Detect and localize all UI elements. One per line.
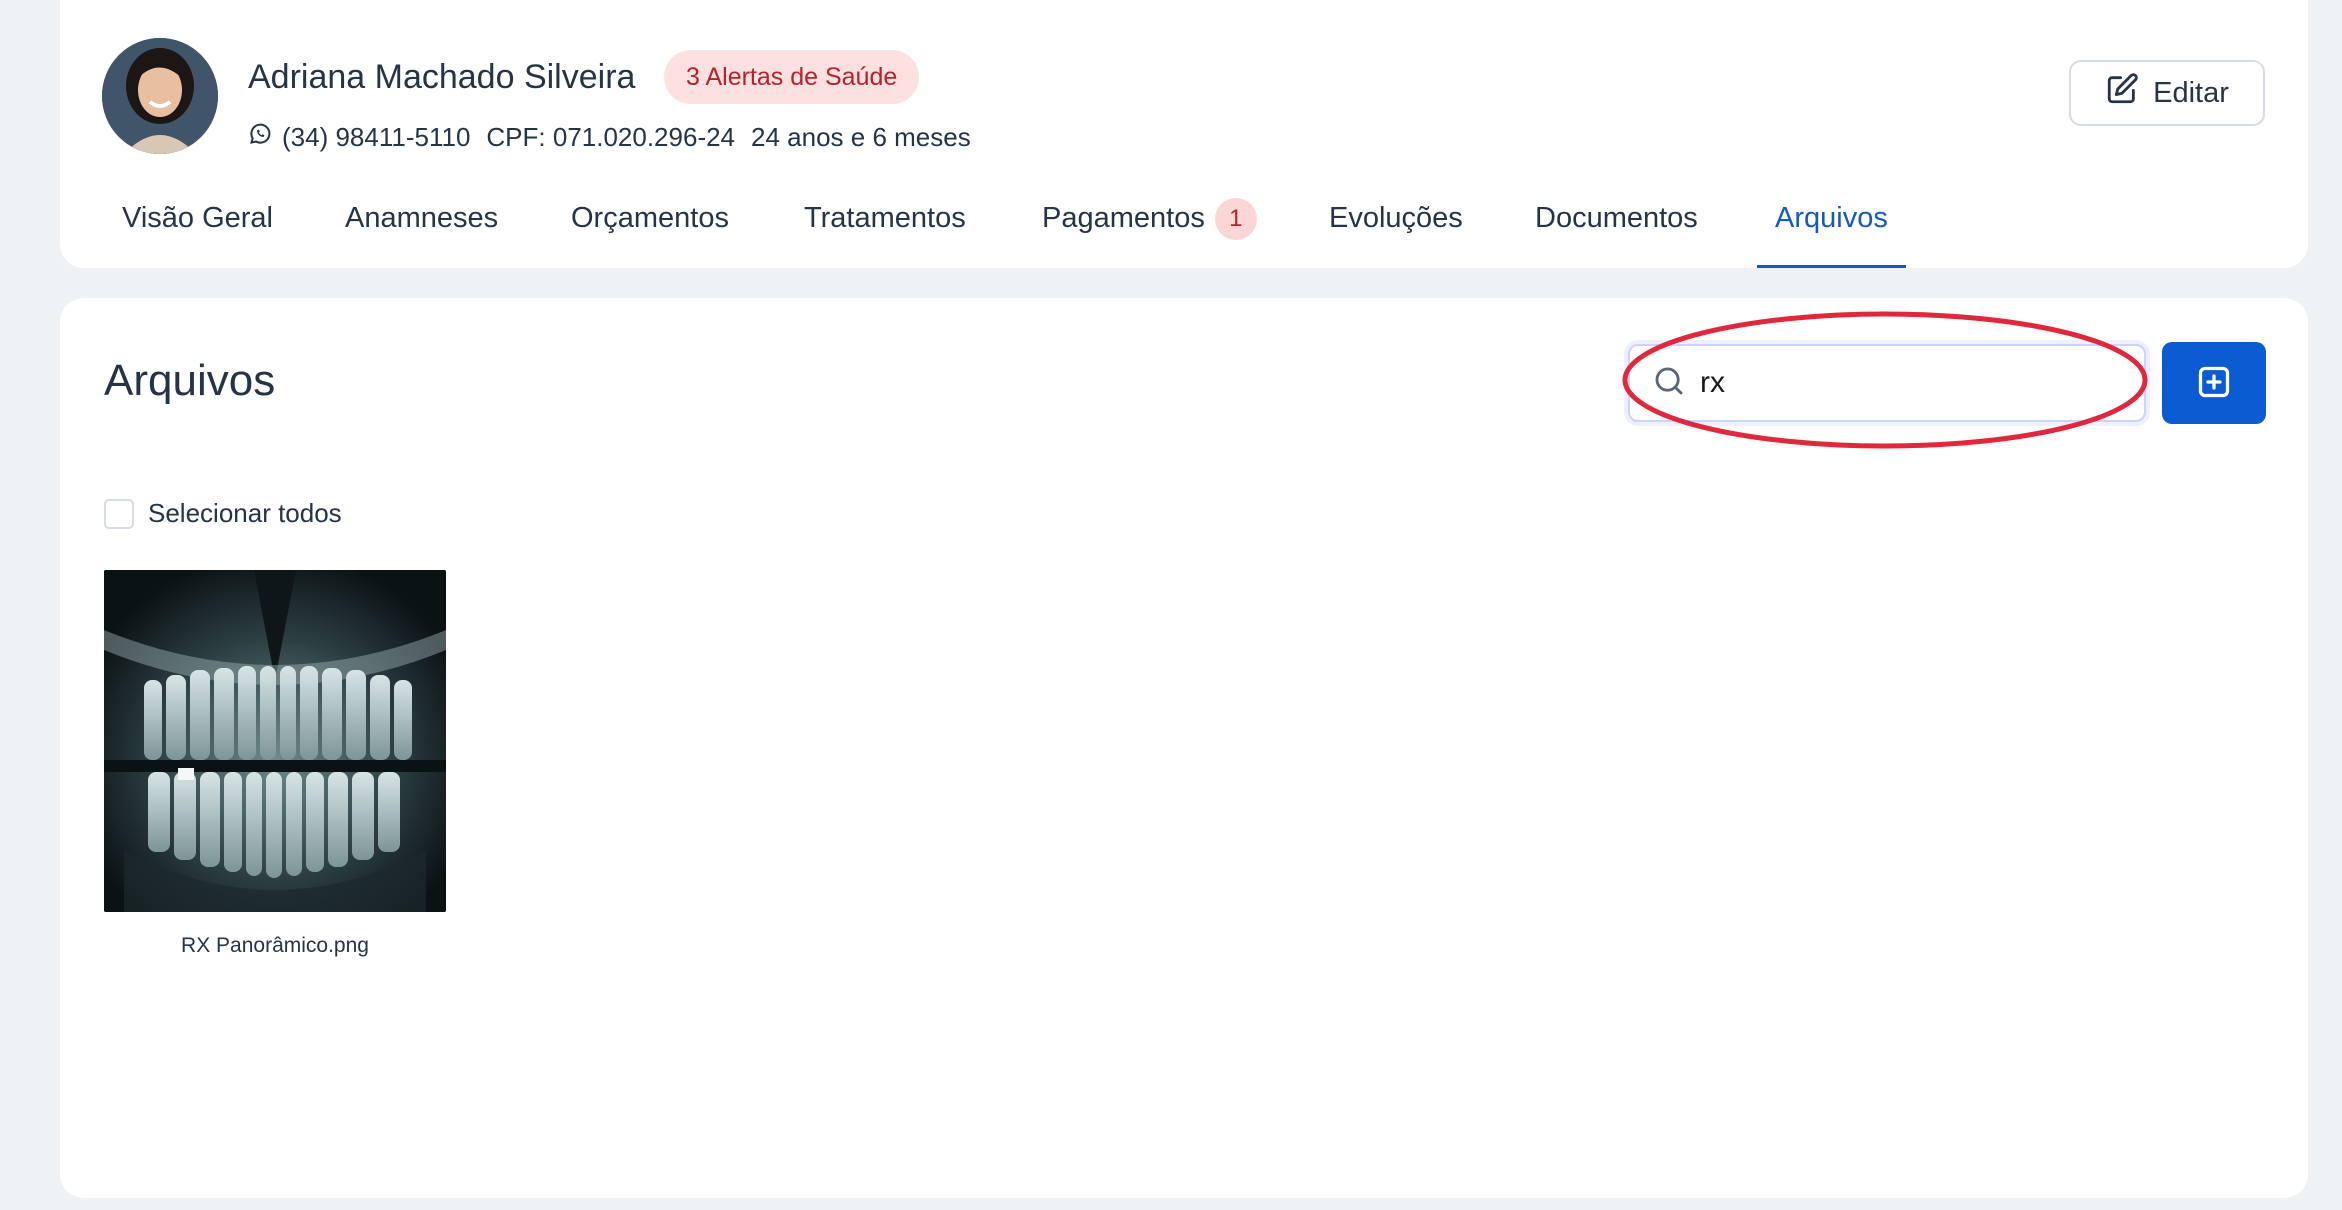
tab-visao-geral[interactable]: Visão Geral — [122, 188, 273, 268]
page-title: Arquivos — [104, 356, 276, 405]
edit-button-label: Editar — [2153, 76, 2229, 109]
tab-label: Orçamentos — [571, 202, 729, 234]
patient-age: 24 anos e 6 meses — [751, 121, 971, 152]
patient-info-row: (34) 98411-5110 CPF: 071.020.296-24 24 a… — [248, 120, 971, 154]
phone-number: (34) 98411-5110 — [282, 121, 471, 152]
tab-arquivos[interactable]: Arquivos — [1757, 188, 1906, 268]
files-card: Arquivos Selecionar todos — [60, 298, 2308, 1198]
xray-image[interactable] — [104, 570, 446, 912]
search-input[interactable] — [1700, 366, 2100, 400]
tab-evolucoes[interactable]: Evoluções — [1329, 188, 1463, 268]
patient-cpf: CPF: 071.020.296-24 — [486, 121, 736, 152]
patient-avatar — [102, 38, 218, 154]
tab-label: Visão Geral — [122, 202, 273, 234]
tab-label: Pagamentos — [1042, 202, 1205, 234]
health-alerts-badge[interactable]: 3 Alertas de Saúde — [664, 50, 920, 104]
file-item[interactable]: RX Panorâmico.png — [104, 570, 446, 958]
plus-square-icon — [2196, 364, 2232, 403]
edit-icon — [2105, 72, 2139, 114]
patient-tabs: Visão Geral Anamneses Orçamentos Tratame… — [60, 188, 2308, 268]
edit-button[interactable]: Editar — [2069, 60, 2265, 126]
search-field[interactable] — [1628, 344, 2146, 422]
tab-label: Documentos — [1535, 202, 1698, 234]
whatsapp-icon — [248, 122, 272, 153]
patient-name: Adriana Machado Silveira — [248, 58, 636, 96]
tab-label: Tratamentos — [804, 202, 966, 234]
tab-pagamentos[interactable]: Pagamentos 1 — [1042, 188, 1257, 268]
tab-orcamentos[interactable]: Orçamentos — [571, 188, 729, 268]
select-all[interactable]: Selecionar todos — [104, 498, 342, 529]
payments-count-badge: 1 — [1214, 198, 1257, 240]
select-all-checkbox[interactable] — [104, 498, 134, 529]
tab-documentos[interactable]: Documentos — [1535, 188, 1698, 268]
file-name: RX Panorâmico.png — [181, 934, 369, 957]
tab-label: Evoluções — [1329, 202, 1463, 234]
patient-header-card: Adriana Machado Silveira 3 Alertas de Sa… — [60, 0, 2308, 268]
tab-label: Arquivos — [1775, 202, 1888, 234]
tab-anamneses[interactable]: Anamneses — [345, 188, 498, 268]
select-all-label: Selecionar todos — [148, 498, 342, 528]
add-file-button[interactable] — [2162, 342, 2266, 424]
tab-tratamentos[interactable]: Tratamentos — [804, 188, 966, 268]
tab-label: Anamneses — [345, 202, 499, 234]
search-icon — [1652, 364, 1686, 403]
phone-contact[interactable]: (34) 98411-5110 — [248, 122, 470, 153]
